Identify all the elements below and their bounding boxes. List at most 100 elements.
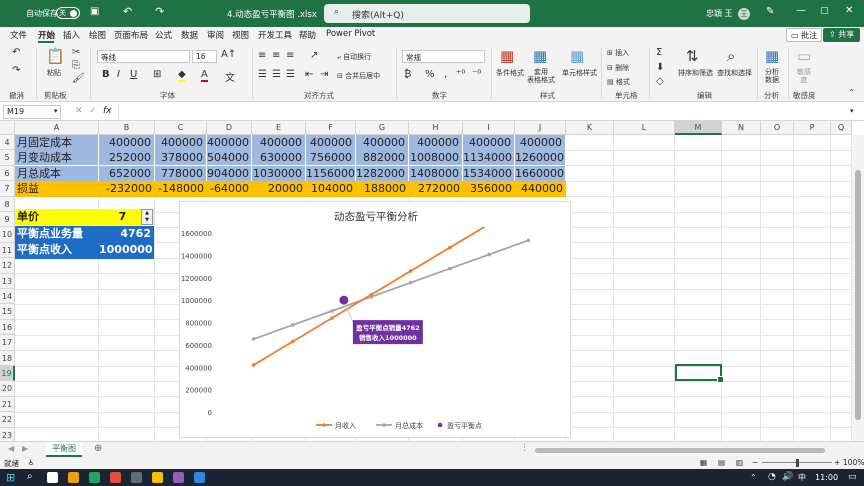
underline-icon[interactable]: U bbox=[130, 69, 137, 80]
network-icon[interactable]: ◔ bbox=[768, 472, 776, 482]
menu-formulas[interactable]: 公式 bbox=[155, 29, 172, 41]
column-header-i[interactable]: I bbox=[463, 121, 515, 135]
delete-cells-button[interactable]: ⊟ 删除 bbox=[607, 63, 629, 73]
column-header-g[interactable]: G bbox=[356, 121, 409, 135]
row-header-7[interactable]: 7 bbox=[0, 181, 15, 197]
row-header-17[interactable]: 17 bbox=[0, 335, 15, 351]
menu-review[interactable]: 审阅 bbox=[207, 29, 224, 41]
row-header-21[interactable]: 21 bbox=[0, 396, 15, 413]
zoom-out-icon[interactable]: − bbox=[752, 458, 758, 467]
row-header-12[interactable]: 12 bbox=[0, 258, 15, 274]
column-header-h[interactable]: H bbox=[409, 121, 463, 135]
row-header-18[interactable]: 18 bbox=[0, 350, 15, 366]
breakeven-chart[interactable]: 动态盈亏平衡分析 0 200000 400000 600000 800000 1000000… bbox=[179, 201, 571, 438]
page-layout-view-icon[interactable]: ▤ bbox=[718, 458, 725, 467]
outdent-icon[interactable]: ⇥ bbox=[320, 69, 328, 80]
sort-filter-icon[interactable]: ⇅ bbox=[686, 47, 699, 65]
normal-view-icon[interactable]: ▦ bbox=[700, 458, 707, 467]
table-cell[interactable]: -148000 bbox=[155, 181, 207, 198]
column-header-a[interactable]: A bbox=[15, 121, 99, 135]
row-header-8[interactable]: 8 bbox=[0, 196, 15, 212]
number-format-select[interactable]: 常规 bbox=[402, 50, 485, 63]
row-header-14[interactable]: 14 bbox=[0, 289, 15, 305]
clear-icon[interactable]: ◇ bbox=[656, 76, 664, 87]
collapse-ribbon-icon[interactable]: ⌃ bbox=[848, 88, 855, 97]
percent-icon[interactable]: % bbox=[425, 69, 435, 80]
conditional-format-label[interactable]: 条件格式 bbox=[496, 68, 524, 78]
column-header-m[interactable]: M bbox=[675, 121, 722, 135]
zoom-thumb[interactable] bbox=[796, 459, 799, 467]
pen-icon[interactable]: ✎ bbox=[766, 6, 774, 17]
row-header-5[interactable]: 5 bbox=[0, 150, 15, 166]
table-cell[interactable]: 272000 bbox=[409, 181, 463, 198]
row-header-13[interactable]: 13 bbox=[0, 273, 15, 289]
row-header-19[interactable]: 19 bbox=[0, 366, 15, 382]
redo-ribbon-icon[interactable]: ↷ bbox=[12, 65, 20, 76]
sensitivity-icon[interactable]: ▭ bbox=[797, 47, 811, 65]
table-cell[interactable]: 1260000 bbox=[515, 150, 566, 167]
zoom-level[interactable]: 100% bbox=[843, 458, 864, 467]
menu-data[interactable]: 数据 bbox=[181, 29, 198, 41]
app-taskbar-icon-2[interactable] bbox=[131, 472, 142, 483]
table-cell[interactable]: 1282000 bbox=[356, 165, 409, 182]
grow-font-icon[interactable]: A↑ bbox=[221, 49, 236, 60]
column-header-p[interactable]: P bbox=[794, 121, 831, 135]
page-break-view-icon[interactable]: ▥ bbox=[736, 458, 743, 467]
fx-icon[interactable]: fx bbox=[103, 106, 112, 116]
formula-input[interactable] bbox=[118, 105, 852, 119]
table-cell[interactable]: 252000 bbox=[99, 150, 155, 167]
menu-home[interactable]: 开始 bbox=[38, 29, 55, 41]
menu-page-layout[interactable]: 页面布局 bbox=[114, 29, 148, 41]
taskbar-search-icon[interactable]: ⌕ bbox=[27, 471, 33, 482]
expand-formula-icon[interactable]: ▾ bbox=[850, 107, 854, 115]
find-select-label[interactable]: 查找和选择 bbox=[717, 68, 752, 78]
vertical-scrollbar[interactable] bbox=[852, 135, 864, 441]
browser-icon[interactable] bbox=[68, 472, 79, 483]
find-select-icon[interactable]: ⌕ bbox=[727, 47, 735, 65]
table-cell[interactable]: 188000 bbox=[356, 181, 409, 198]
column-header-l[interactable]: L bbox=[614, 121, 675, 135]
decrease-decimal-icon[interactable]: ⁻⁰ bbox=[472, 69, 481, 80]
font-name-select[interactable]: 等线 bbox=[97, 50, 190, 63]
paste-icon[interactable]: 📋 bbox=[46, 47, 65, 65]
comment-button[interactable]: ▭ 批注 bbox=[786, 28, 823, 42]
table-cell[interactable]: 400000 bbox=[155, 135, 207, 151]
table-cell[interactable]: 756000 bbox=[306, 150, 356, 167]
undo-icon[interactable]: ↶ bbox=[123, 5, 132, 18]
table-cell[interactable]: 1408000 bbox=[409, 165, 463, 182]
enter-icon[interactable]: ✓ bbox=[89, 106, 97, 116]
analyze-data-icon[interactable]: ▦ bbox=[765, 47, 779, 65]
font-color-icon[interactable]: A bbox=[201, 69, 208, 82]
table-cell[interactable]: 652000 bbox=[99, 165, 155, 182]
chrome-taskbar-icon[interactable] bbox=[152, 472, 163, 483]
row-label[interactable]: 月变动成本 bbox=[15, 150, 99, 167]
row-header-22[interactable]: 22 bbox=[0, 412, 15, 428]
add-sheet-icon[interactable]: ⊕ bbox=[94, 443, 102, 454]
table-cell[interactable]: 400000 bbox=[207, 135, 252, 151]
column-header-c[interactable]: C bbox=[155, 121, 207, 135]
row-header-4[interactable]: 4 bbox=[0, 135, 15, 151]
maximize-icon[interactable]: ▢ bbox=[820, 6, 829, 16]
insert-cells-button[interactable]: ⊞ 插入 bbox=[607, 48, 629, 58]
user-name[interactable]: 忠穎 王 bbox=[706, 8, 733, 19]
table-cell[interactable]: 1660000 bbox=[515, 165, 566, 182]
spin-up-icon[interactable]: ▲ bbox=[142, 210, 152, 217]
font-size-select[interactable]: 16 bbox=[192, 50, 217, 63]
table-cell[interactable]: 400000 bbox=[99, 135, 155, 151]
name-box-dropdown-icon[interactable]: ▾ bbox=[54, 107, 58, 115]
row-header-15[interactable]: 15 bbox=[0, 304, 15, 320]
paste-label[interactable]: 粘贴 bbox=[47, 68, 61, 78]
table-cell[interactable]: -64000 bbox=[207, 181, 252, 198]
notifications-icon[interactable]: ▭ bbox=[848, 472, 857, 482]
windows-start-icon[interactable]: ⊞ bbox=[6, 471, 15, 484]
table-cell[interactable]: 1030000 bbox=[252, 165, 306, 182]
active-cell-selection[interactable] bbox=[675, 364, 724, 383]
bold-icon[interactable]: B bbox=[102, 69, 110, 80]
column-header-j[interactable]: J bbox=[515, 121, 566, 135]
orientation-icon[interactable]: ↗ bbox=[310, 50, 318, 61]
table-cell[interactable]: 356000 bbox=[463, 181, 515, 198]
row-header-20[interactable]: 20 bbox=[0, 381, 15, 397]
align-center-icon[interactable]: ☰ bbox=[272, 69, 281, 80]
table-cell[interactable]: -232000 bbox=[99, 181, 155, 198]
copy-icon[interactable]: ⎘ bbox=[72, 60, 80, 71]
